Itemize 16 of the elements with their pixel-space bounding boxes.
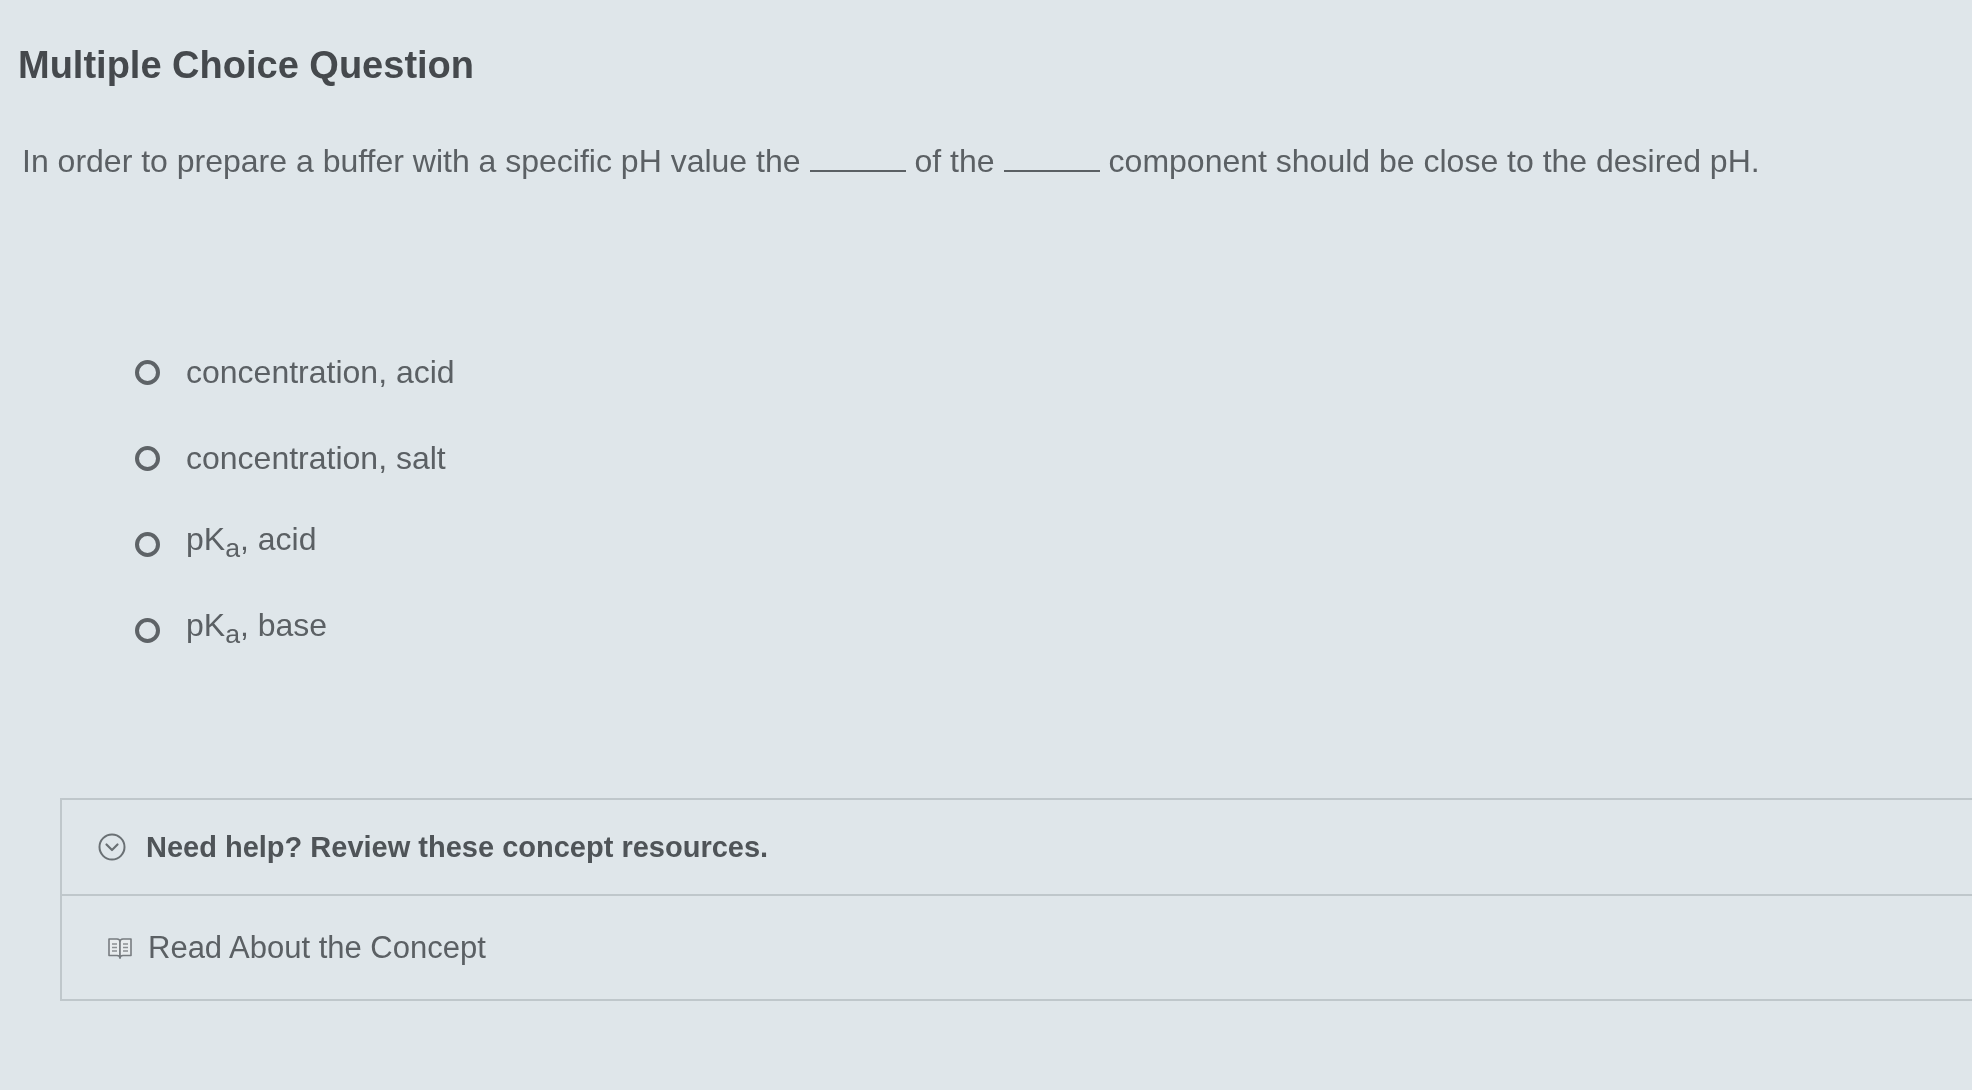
radio-button[interactable]	[135, 445, 160, 471]
chevron-icon	[98, 833, 126, 861]
question-text: component should be close to the desired pH.	[1108, 142, 1760, 181]
radio-button[interactable]	[135, 617, 160, 643]
option-label[interactable]: pK$_{a}$, base	[186, 605, 328, 655]
question-text: of the	[914, 142, 995, 181]
question-text: In order to prepare a buffer with a specific pH value the	[22, 142, 801, 181]
option-label[interactable]: concentration, salt	[186, 438, 446, 478]
book-icon	[108, 936, 132, 959]
radio-button[interactable]	[135, 531, 160, 557]
resource-link[interactable]: Read About the Concept	[108, 929, 486, 966]
option-label[interactable]: pK$_{a}$, acid	[186, 519, 317, 569]
question-heading: Multiple Choice Question	[18, 43, 475, 87]
option-label[interactable]: concentration, acid	[186, 352, 455, 392]
help-toggle[interactable]: Need help? Review these concept resources.	[98, 830, 769, 864]
radio-button[interactable]	[135, 359, 160, 385]
